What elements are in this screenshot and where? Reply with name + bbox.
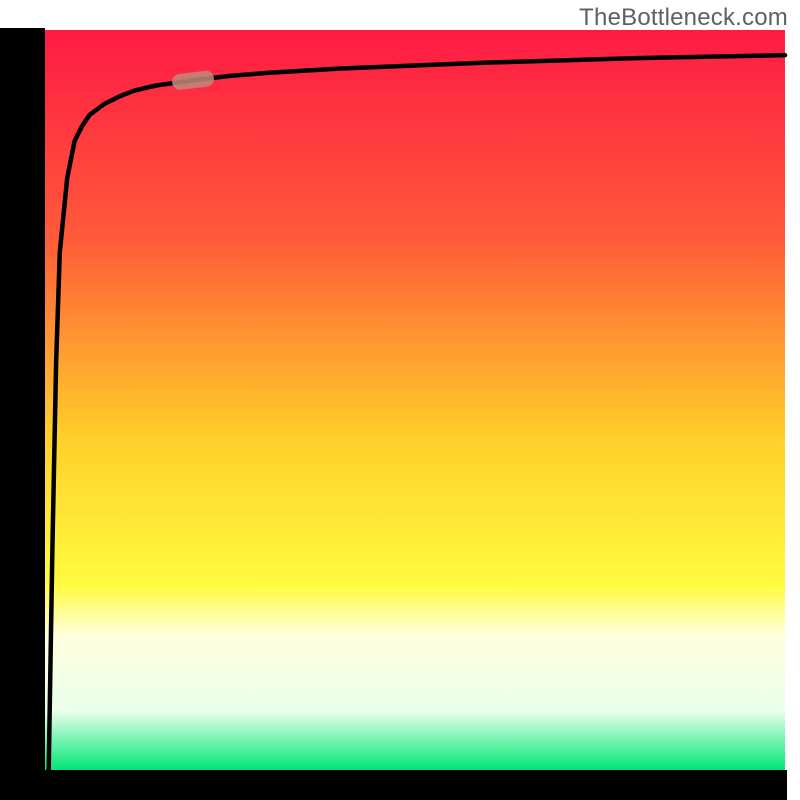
x-axis <box>0 770 787 800</box>
y-axis <box>0 28 45 800</box>
bottleneck-chart <box>0 0 800 800</box>
plot-background <box>45 30 785 770</box>
chart-frame: TheBottleneck.com <box>0 0 800 800</box>
